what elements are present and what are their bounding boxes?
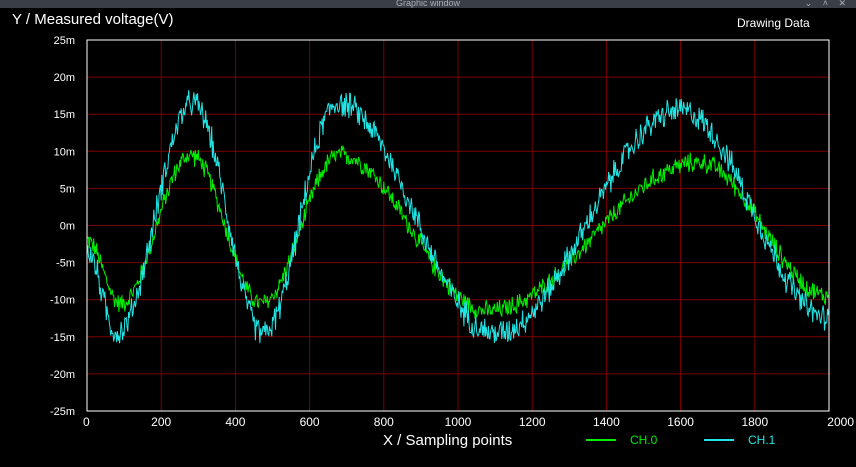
y-tick-label: 25m bbox=[54, 35, 75, 47]
y-tick-labels: -25m -20m -15m -10m -5m 0m 5m 10m 15m 20m 25m bbox=[50, 35, 75, 418]
y-tick-label: -5m bbox=[56, 258, 75, 270]
x-tick-label: 600 bbox=[300, 415, 320, 429]
y-tick-label: -20m bbox=[50, 369, 75, 381]
x-tick-labels: 0 200 400 600 800 1000 1200 1400 1600 1800 2000 bbox=[83, 415, 854, 429]
grid bbox=[87, 40, 829, 411]
legend-swatch-ch0 bbox=[586, 439, 616, 441]
chart-canvas: -25m -20m -15m -10m -5m 0m 5m 10m 15m 20m 25m 0 200… bbox=[50, 35, 854, 429]
x-tick-label: 1400 bbox=[593, 415, 620, 429]
legend-swatch-ch1 bbox=[704, 439, 734, 441]
legend-item-ch1: CH.1 bbox=[704, 433, 775, 447]
status-text: Drawing Data bbox=[737, 16, 810, 30]
y-tick-label: -25m bbox=[50, 406, 75, 418]
y-tick-label: -15m bbox=[50, 332, 75, 344]
x-tick-label: 400 bbox=[225, 415, 245, 429]
y-tick-label: 0m bbox=[60, 221, 75, 233]
x-tick-label: 0 bbox=[83, 415, 90, 429]
x-tick-label: 1200 bbox=[519, 415, 546, 429]
y-tick-label: 15m bbox=[54, 109, 75, 121]
y-tick-label: 20m bbox=[54, 72, 75, 84]
legend-item-ch0: CH.0 bbox=[586, 433, 657, 447]
x-tick-label: 800 bbox=[374, 415, 394, 429]
y-tick-label: -10m bbox=[50, 295, 75, 307]
x-tick-label: 1800 bbox=[741, 415, 768, 429]
y-tick-label: 10m bbox=[54, 146, 75, 158]
x-axis-label: X / Sampling points bbox=[383, 432, 513, 449]
y-tick-label: 5m bbox=[60, 183, 75, 195]
legend-label-ch0: CH.0 bbox=[630, 433, 658, 447]
x-tick-label: 200 bbox=[151, 415, 171, 429]
x-tick-label: 1600 bbox=[667, 415, 694, 429]
legend-label-ch1: CH.1 bbox=[748, 433, 776, 447]
x-tick-label: 1000 bbox=[445, 415, 472, 429]
y-axis-label: Y / Measured voltage(V) bbox=[12, 11, 174, 28]
x-tick-label: 2000 bbox=[827, 415, 854, 429]
